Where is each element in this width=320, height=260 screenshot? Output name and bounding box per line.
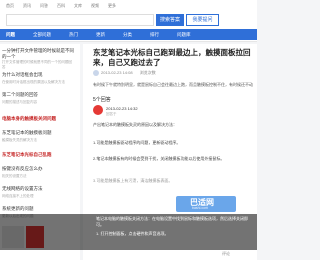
sidebar-item[interactable]: 第二个问题的回答 <box>2 92 76 98</box>
comment-button[interactable]: 评论 <box>222 251 230 257</box>
category-all[interactable]: 全部问题 <box>33 32 51 38</box>
watermark-subtitle: bashi.com <box>192 206 208 210</box>
category-library[interactable]: 问题库 <box>177 32 191 38</box>
sidebar-item-desc: 网络连接不上的处理 <box>2 194 34 198</box>
question-title: 东芝笔记本光标自己跑到最边上，触摸面板拉回来，自己又跑过去了 <box>93 48 251 67</box>
answerer-avatar <box>93 105 103 115</box>
nav-link-library[interactable]: 文库 <box>74 3 82 9</box>
question-date: 2013-02-23 14:08 <box>101 70 133 75</box>
question-preview: 有时候下午就特别明显，就是鼠标自己会往最边上跑，而且触摸板控制不住，有时候还不动 <box>93 82 253 87</box>
category-updated[interactable]: 更新 <box>96 32 105 38</box>
sidebar-item[interactable]: 无线网络的设置方法 <box>2 186 76 192</box>
category-classify[interactable]: 分类 <box>123 32 132 38</box>
top-nav: 首页 资讯 问答 百科 文库 视频 更多 <box>6 3 116 9</box>
answer-line: 2.笔记本触摸板有的时候会受到干扰，关闭触摸板功能以后使用外接鼠标。 <box>93 156 225 161</box>
answer-line: 产出笔记本的触摸板失灵的原因以及解决方法： <box>93 122 177 127</box>
question-meta: 2013-02-23 14:08 浏览次数 <box>101 70 156 76</box>
sidebar-item[interactable]: 东芝笔记本的触摸板问题 <box>2 130 76 136</box>
category-rank[interactable]: 排行 <box>150 32 159 38</box>
answer-time-label: 回答于 <box>106 112 117 116</box>
sidebar-item-highlighted[interactable]: 电脑本身的触摸板关闭问题 <box>2 116 76 122</box>
sidebar-item-desc: 在使用时对话框出现的原因以及解决方法 <box>2 80 65 84</box>
sidebar-item-highlighted[interactable]: 东芝笔记本光标自己乱跑 <box>2 152 76 158</box>
overlay-text: 笔记本电脑的触摸板关闭方法：在电脑设置中找到鼠标和触摸板选项，然后选择关闭即可。… <box>96 216 254 237</box>
sidebar-item-desc: 打开文件管理的时候就是不同的一个的问题回答 <box>2 60 72 69</box>
sidebar-item[interactable]: 为什么对话框会出现 <box>2 72 76 78</box>
overlay-line: 1. 打开控制面板，点击硬件和声音选项。 <box>96 231 169 236</box>
category-hot[interactable]: 热门 <box>69 32 78 38</box>
search-input[interactable] <box>6 14 154 26</box>
sidebar-item-desc: 相关的设置方法 <box>2 174 27 178</box>
nav-link-video[interactable]: 视频 <box>91 3 99 9</box>
asker-avatar <box>93 70 99 76</box>
nav-link-news[interactable]: 资讯 <box>23 3 31 9</box>
sidebar-item[interactable]: 按键没有反应怎么办 <box>2 166 76 172</box>
category-bar: 问题 全部问题 热门 更新 分类 排行 问题库 <box>0 29 257 40</box>
sidebar-item-desc: 触摸板失灵的解决方法 <box>2 138 37 142</box>
sidebar-item[interactable]: 系统更新的问题 <box>2 206 76 212</box>
category-question[interactable]: 问题 <box>6 32 15 38</box>
answer-line: 3.可能是触摸板上有污渍，清洁触摸板表面。 <box>93 178 173 183</box>
answer-date: 2013-02-23 14:32 <box>106 106 138 111</box>
search-button[interactable]: 搜索答案 <box>156 14 184 26</box>
ask-question-button[interactable]: 我要提问 <box>186 14 219 26</box>
question-views: 浏览次数 <box>139 70 156 75</box>
sidebar-item[interactable]: 一分钟打开文件管理的时候就是不同的一个 <box>2 48 76 59</box>
answer-line: 1.可能是触摸板驱动程序的问题，更新驱动程序。 <box>93 140 181 145</box>
nav-link-more[interactable]: 更多 <box>108 3 116 9</box>
nav-link-wiki[interactable]: 百科 <box>57 3 65 9</box>
overlay-line: 笔记本电脑的触摸板关闭方法：在电脑设置中找到鼠标和触摸板选项，然后选择关闭即可。 <box>96 216 248 227</box>
answer-count: 5个回答 <box>93 97 111 103</box>
sidebar-item-desc: 问题的描述与回复内容 <box>2 100 37 104</box>
nav-link-qa[interactable]: 问答 <box>40 3 48 9</box>
nav-link-home[interactable]: 首页 <box>6 3 14 9</box>
